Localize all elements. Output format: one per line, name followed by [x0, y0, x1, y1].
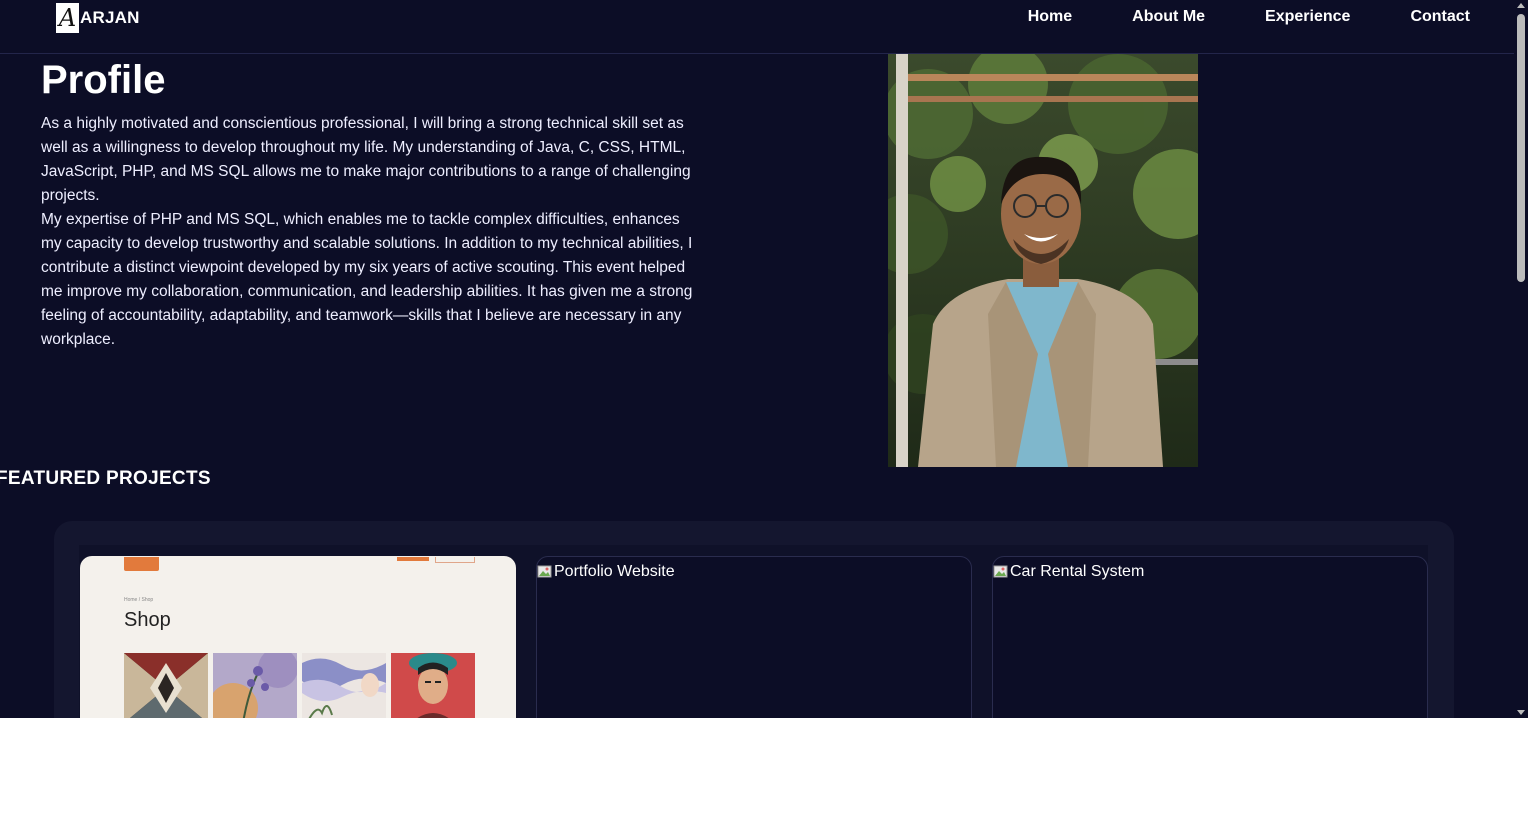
shop-thumb-woman-waves: [302, 653, 386, 718]
nav-home[interactable]: Home: [1028, 8, 1072, 26]
vertical-scrollbar[interactable]: [1514, 0, 1528, 718]
shop-thumb-geometric: [124, 653, 208, 718]
site-header: A ARJAN Home About Me Experience Contact: [0, 0, 1514, 54]
profile-text: As a highly motivated and conscientious …: [41, 112, 701, 352]
project-title: Car Rental System: [1010, 563, 1145, 580]
profile-title: Profile: [41, 58, 166, 102]
profile-paragraph-1: As a highly motivated and conscientious …: [41, 115, 691, 204]
project-card-car-rental-system[interactable]: Car Rental System: [992, 556, 1428, 718]
profile-paragraph-2: My expertise of PHP and MS SQL, which en…: [41, 211, 693, 348]
scroll-down-arrow-icon[interactable]: [1517, 710, 1525, 715]
page-viewport: A ARJAN Home About Me Experience Contact…: [0, 0, 1528, 718]
profile-photo: [888, 54, 1198, 467]
broken-image-icon: [993, 564, 1009, 580]
shop-preview-nav-bar: [397, 557, 429, 561]
project-card-portfolio-website[interactable]: Portfolio Website: [536, 556, 972, 718]
logo[interactable]: A ARJAN: [56, 2, 140, 34]
logo-mark: A: [56, 3, 79, 33]
shop-preview-nav-button: [435, 557, 475, 563]
shop-thumb-flowers: [213, 653, 297, 718]
scrollbar-thumb[interactable]: [1517, 14, 1525, 282]
nav-experience[interactable]: Experience: [1265, 8, 1350, 26]
project-card-shop[interactable]: Home / Shop Shop: [80, 556, 516, 718]
broken-image-icon: [537, 564, 553, 580]
shop-preview-breadcrumb: Home / Shop: [124, 597, 154, 603]
shop-thumb-portrait: [391, 653, 475, 718]
featured-projects-title: FEATURED PROJECTS: [0, 468, 211, 489]
project-image-alt: Car Rental System: [993, 563, 1144, 581]
scroll-up-arrow-icon[interactable]: [1517, 3, 1525, 8]
logo-text: ARJAN: [80, 8, 140, 27]
nav-about-me[interactable]: About Me: [1132, 8, 1205, 26]
project-image-alt: Portfolio Website: [537, 563, 675, 581]
shop-preview-title: Shop: [124, 609, 171, 631]
nav-contact[interactable]: Contact: [1410, 8, 1470, 26]
main-nav: Home About Me Experience Contact: [1028, 8, 1470, 26]
shop-preview-logo: [124, 557, 159, 571]
project-title: Portfolio Website: [554, 563, 675, 580]
